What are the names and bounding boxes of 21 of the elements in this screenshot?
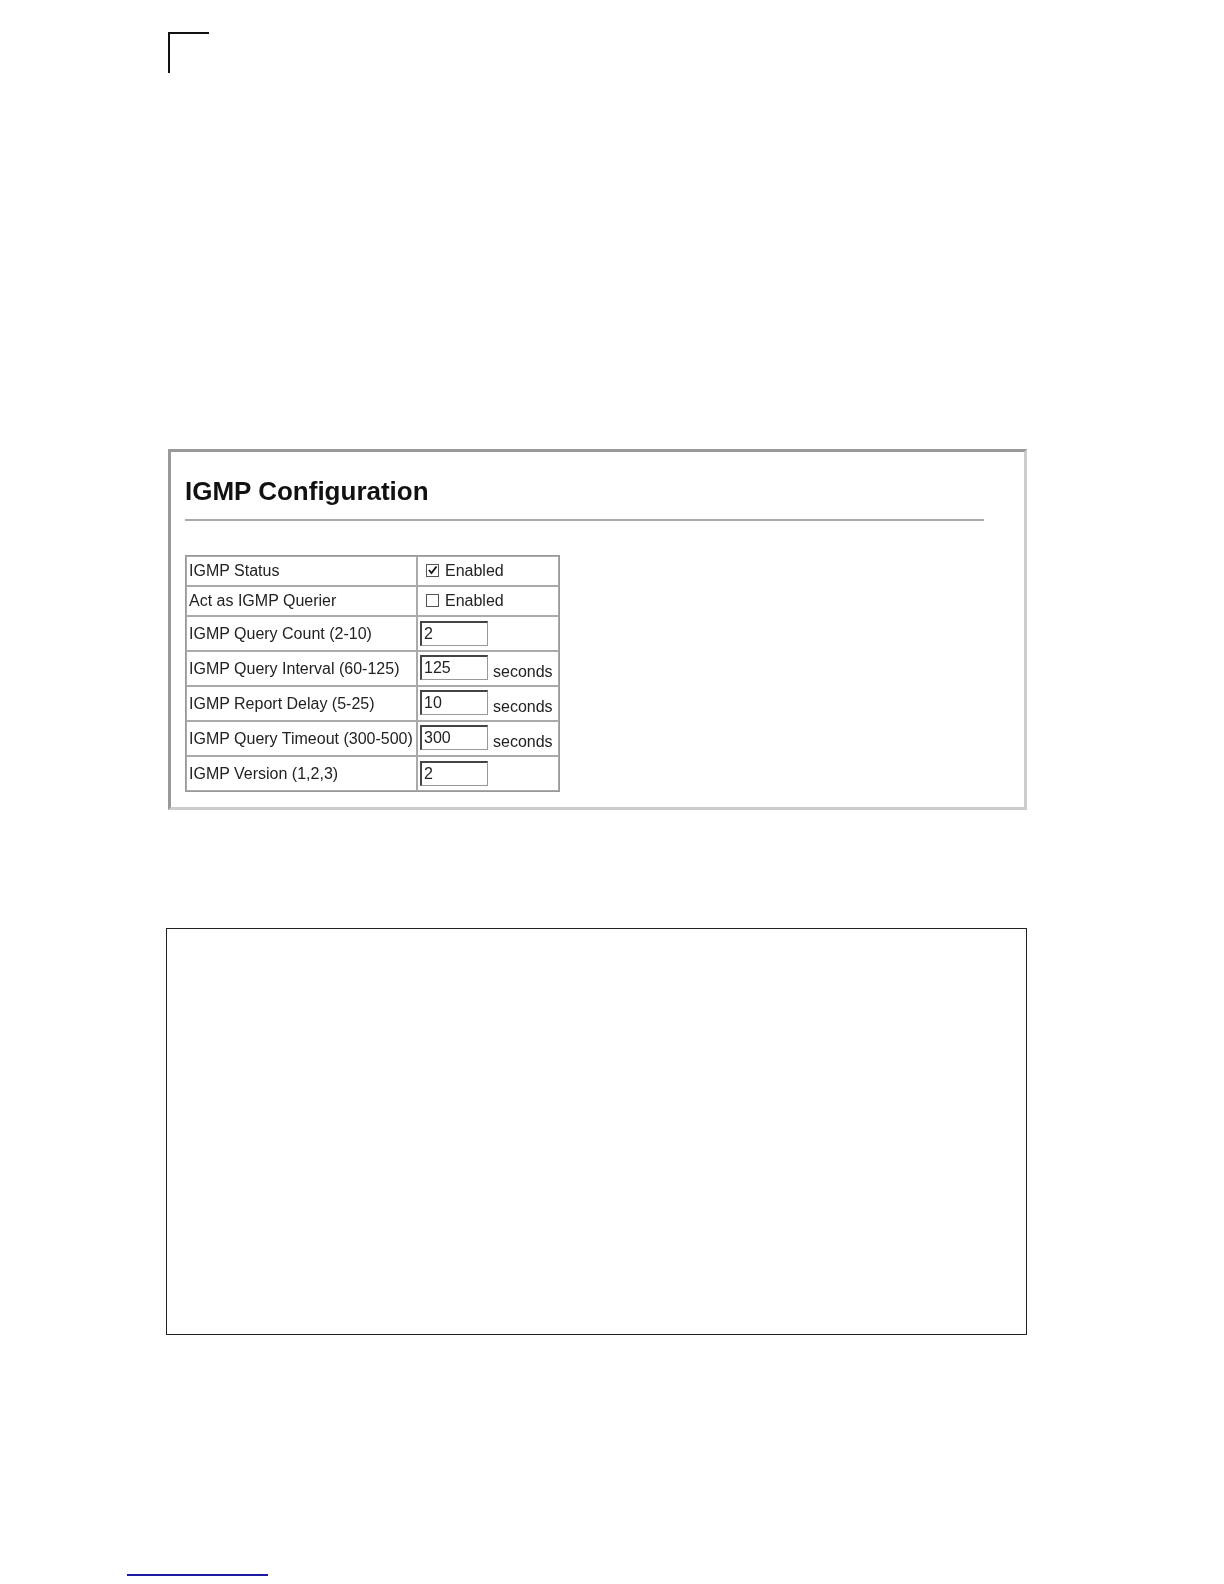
checkbox-label: Enabled [445,592,504,609]
field-label: IGMP Status [186,556,417,586]
unit-label: seconds [493,663,553,680]
input-field[interactable]: 2 [420,621,488,646]
field-label: IGMP Query Interval (60-125) [186,651,417,686]
field-label: IGMP Query Timeout (300-500) [186,721,417,756]
field-label: Act as IGMP Querier [186,586,417,616]
checkbox[interactable] [426,564,439,577]
checkbox[interactable] [426,594,439,607]
crop-mark [168,32,209,73]
input-field[interactable]: 10 [420,690,488,715]
field-label: IGMP Version (1,2,3) [186,756,417,791]
field-label: IGMP Query Count (2-10) [186,616,417,651]
unit-label: seconds [493,733,553,750]
unit-label: seconds [493,698,553,715]
panel-title: IGMP Configuration [185,475,429,508]
input-field[interactable]: 300 [420,725,488,750]
checkbox-label: Enabled [445,562,504,579]
field-label: IGMP Report Delay (5-25) [186,686,417,721]
input-field[interactable]: 2 [420,761,488,786]
input-field[interactable]: 125 [420,655,488,680]
